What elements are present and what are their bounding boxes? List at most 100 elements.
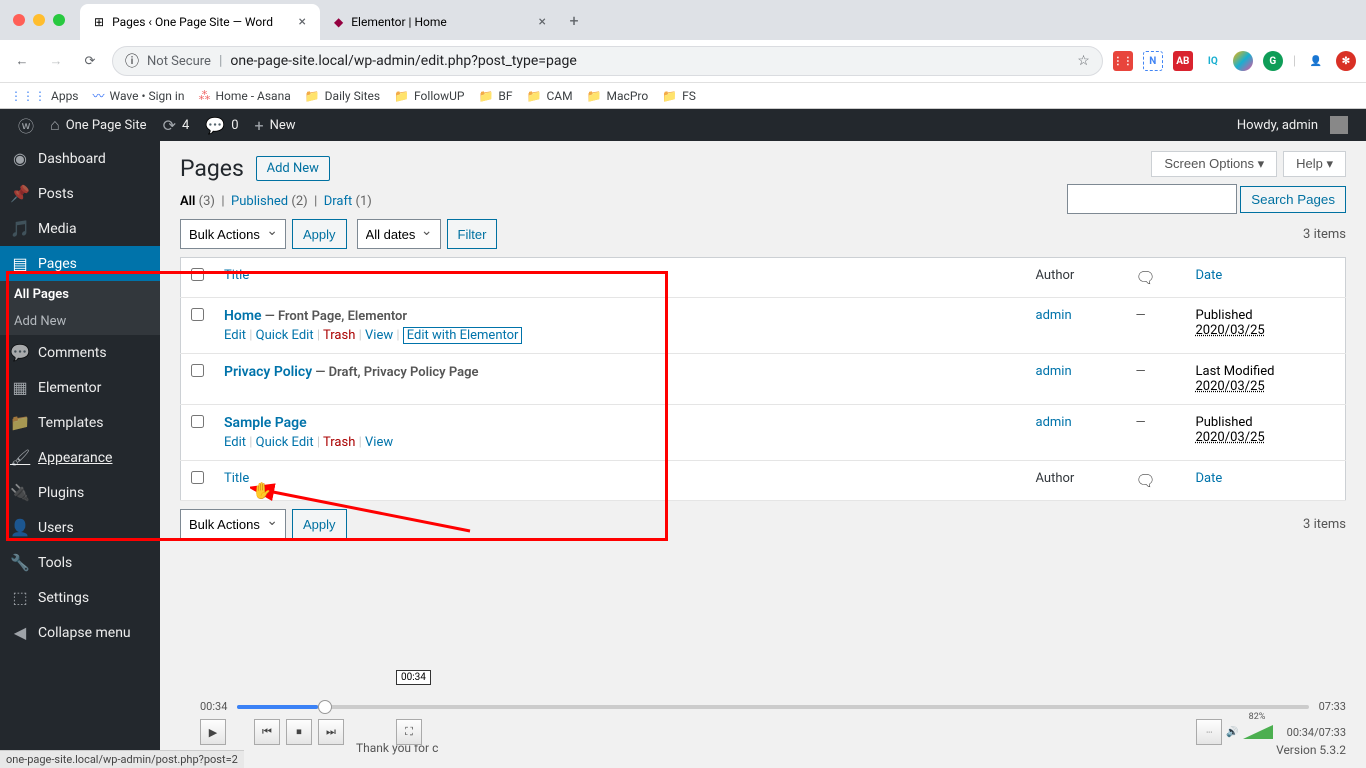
menu-collapse[interactable]: ◀Collapse menu: [0, 615, 160, 650]
apps-button[interactable]: ⋮⋮⋮Apps: [10, 89, 79, 103]
edit-with-elementor-link[interactable]: Edit with Elementor: [403, 327, 523, 344]
page-title-link[interactable]: Sample Page: [224, 415, 307, 431]
author-link[interactable]: admin: [1036, 415, 1072, 430]
quick-edit-link[interactable]: Quick Edit: [256, 435, 314, 450]
col-title[interactable]: Title: [224, 471, 249, 486]
menu-templates[interactable]: 📁Templates: [0, 405, 160, 440]
row-checkbox[interactable]: [191, 364, 204, 377]
browser-tab-active[interactable]: ⊞ Pages ‹ One Page Site — Word ×: [80, 4, 320, 40]
search-input[interactable]: [1067, 184, 1237, 214]
menu-elementor[interactable]: ▦Elementor: [0, 370, 160, 405]
site-name[interactable]: ⌂One Page Site: [42, 109, 155, 141]
profile-icon[interactable]: 👤: [1306, 51, 1326, 71]
select-all-checkbox[interactable]: [191, 268, 204, 281]
search-button[interactable]: Search Pages: [1240, 186, 1346, 213]
col-date[interactable]: Date: [1196, 471, 1223, 486]
apply-button[interactable]: Apply: [292, 509, 347, 539]
ext-icon[interactable]: ✻: [1336, 51, 1356, 71]
menu-pages[interactable]: ▤Pages: [0, 246, 160, 281]
menu-dashboard[interactable]: ◉Dashboard: [0, 141, 160, 176]
bookmark-folder[interactable]: 📁CAM: [527, 89, 573, 103]
quick-edit-link[interactable]: Quick Edit: [256, 328, 314, 343]
bulk-actions-select[interactable]: Bulk Actions: [180, 509, 286, 539]
volume-slider[interactable]: [1243, 725, 1273, 739]
date-filter-select[interactable]: All dates: [357, 219, 441, 249]
volume-icon[interactable]: 🔊: [1226, 727, 1238, 738]
bulk-actions-select[interactable]: Bulk Actions: [180, 219, 286, 249]
fullscreen-button[interactable]: ⛶: [396, 719, 422, 745]
prev-button[interactable]: ⏮: [254, 719, 280, 745]
help-button[interactable]: Help ▾: [1283, 151, 1346, 177]
updates-link[interactable]: ⟳4: [155, 109, 198, 141]
col-date[interactable]: Date: [1196, 268, 1223, 283]
author-link[interactable]: admin: [1036, 308, 1072, 323]
trash-link[interactable]: Trash: [323, 328, 355, 343]
view-link[interactable]: View: [365, 328, 393, 343]
wp-logo[interactable]: ⓦ: [10, 109, 42, 141]
row-checkbox[interactable]: [191, 415, 204, 428]
account-menu[interactable]: Howdy, admin: [1229, 116, 1356, 134]
reload-button[interactable]: ⟳: [78, 49, 102, 73]
row-checkbox[interactable]: [191, 308, 204, 321]
page-title-link[interactable]: Privacy Policy: [224, 364, 312, 380]
new-content[interactable]: +New: [247, 109, 304, 141]
tab-title: Pages ‹ One Page Site — Word: [112, 15, 273, 29]
menu-posts[interactable]: 📌Posts: [0, 176, 160, 211]
back-button[interactable]: ←: [10, 49, 34, 73]
bookmark-folder[interactable]: 📁FS: [662, 89, 696, 103]
submenu-all-pages[interactable]: All Pages: [0, 281, 160, 308]
close-tab-icon[interactable]: ×: [299, 14, 306, 30]
view-all[interactable]: All: [180, 194, 195, 209]
menu-tools[interactable]: 🔧Tools: [0, 545, 160, 580]
edit-link[interactable]: Edit: [224, 328, 246, 343]
comments-link[interactable]: 💬0: [197, 109, 246, 141]
play-button[interactable]: ▶: [200, 719, 226, 745]
add-new-button[interactable]: Add New: [256, 156, 330, 181]
star-icon[interactable]: ☆: [1077, 53, 1090, 69]
view-draft[interactable]: Draft: [324, 194, 353, 209]
edit-link[interactable]: Edit: [224, 435, 246, 450]
bookmark-folder[interactable]: 📁BF: [478, 89, 512, 103]
ext-icon[interactable]: AB: [1173, 51, 1193, 71]
video-overlay: 00:34 00:34 07:33 ▶ ⏮ ⏹ ⏭ ⛶ ··· 🔊 82%: [180, 700, 1366, 745]
next-button[interactable]: ⏭: [318, 719, 344, 745]
bookmark-folder[interactable]: 📁Daily Sites: [305, 89, 380, 103]
minimize-window-icon[interactable]: [33, 14, 45, 26]
ext-icon[interactable]: IQ: [1203, 51, 1223, 71]
close-tab-icon[interactable]: ×: [539, 14, 546, 30]
menu-settings[interactable]: ⬚Settings: [0, 580, 160, 615]
filter-button[interactable]: Filter: [447, 219, 498, 249]
browser-tab[interactable]: ◆ Elementor | Home ×: [320, 4, 560, 40]
col-title[interactable]: Title: [224, 268, 249, 283]
menu-plugins[interactable]: 🔌Plugins: [0, 475, 160, 510]
trash-link[interactable]: Trash: [323, 435, 355, 450]
maximize-window-icon[interactable]: [53, 14, 65, 26]
stop-button[interactable]: ⏹: [286, 719, 312, 745]
bookmark-folder[interactable]: 📁FollowUP: [394, 89, 464, 103]
screen-options-button[interactable]: Screen Options ▾: [1151, 151, 1277, 177]
menu-comments[interactable]: 💬Comments: [0, 335, 160, 370]
menu-appearance[interactable]: 🖌Appearance: [0, 440, 160, 475]
author-link[interactable]: admin: [1036, 364, 1072, 379]
address-bar[interactable]: ⓘ Not Secure | one-page-site.local/wp-ad…: [112, 46, 1103, 76]
forward-button[interactable]: →: [44, 49, 68, 73]
bookmark[interactable]: 〰Wave • Sign in: [93, 87, 185, 104]
apply-button[interactable]: Apply: [292, 219, 347, 249]
subtitle-button[interactable]: ···: [1196, 719, 1222, 745]
ext-icon[interactable]: [1233, 51, 1253, 71]
view-link[interactable]: View: [365, 435, 393, 450]
submenu-add-new[interactable]: Add New: [0, 308, 160, 335]
ext-icon[interactable]: G: [1263, 51, 1283, 71]
bookmark-folder[interactable]: 📁MacPro: [587, 89, 649, 103]
view-published[interactable]: Published: [231, 194, 288, 209]
ext-icon[interactable]: N: [1143, 51, 1163, 71]
close-window-icon[interactable]: [13, 14, 25, 26]
ext-icon[interactable]: ⋮⋮: [1113, 51, 1133, 71]
select-all-checkbox[interactable]: [191, 471, 204, 484]
bookmark[interactable]: ⁂Home - Asana: [198, 89, 290, 103]
page-title-link[interactable]: Home: [224, 308, 262, 324]
seek-bar[interactable]: [237, 705, 1308, 709]
menu-users[interactable]: 👤Users: [0, 510, 160, 545]
menu-media[interactable]: 🎵Media: [0, 211, 160, 246]
new-tab-button[interactable]: +: [560, 6, 588, 34]
